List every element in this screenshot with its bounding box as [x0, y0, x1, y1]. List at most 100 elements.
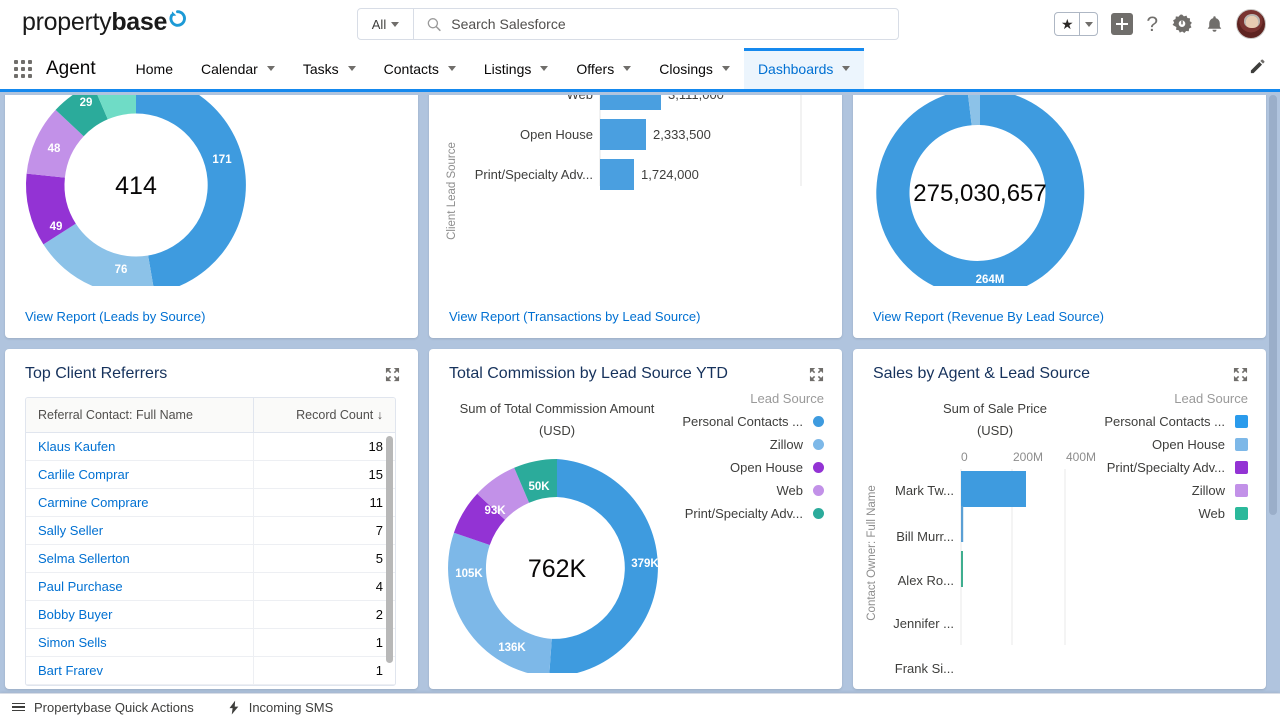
cell-referral-name[interactable]: Carmine Comprare [26, 488, 254, 517]
bar-print-specialty[interactable] [600, 159, 634, 190]
legend-item-open-house[interactable]: Open House [1152, 437, 1248, 452]
table-row[interactable]: Carmine Comprare 11 [26, 488, 395, 517]
expand-icon[interactable] [1233, 367, 1248, 382]
setup-button[interactable] [1171, 13, 1193, 35]
cell-record-count: 1 [253, 628, 395, 657]
chevron-down-icon [540, 66, 549, 71]
brand-text-bold: base [111, 8, 168, 36]
nav-tab-tasks[interactable]: Tasks [289, 48, 370, 89]
nav-tab-contacts[interactable]: Contacts [370, 48, 470, 89]
table-row[interactable]: Klaus Kaufen 18 [26, 432, 395, 461]
transactions-bar-chart: Client Lead Source Personal Contacts a..… [429, 95, 842, 286]
user-avatar[interactable] [1236, 9, 1266, 39]
legend-color-swatch [813, 439, 824, 450]
table-row[interactable]: Selma Sellerton 5 [26, 544, 395, 573]
legend-item-zillow[interactable]: Zillow [770, 437, 824, 452]
table-row[interactable]: Paul Purchase 4 [26, 572, 395, 601]
cell-referral-name[interactable]: Klaus Kaufen [26, 432, 254, 461]
nav-tab-home[interactable]: Home [122, 48, 187, 89]
legend-color-swatch [1235, 484, 1248, 497]
legend-color-swatch [813, 508, 824, 519]
y-axis-title: Client Lead Source [446, 142, 458, 240]
card-revenue-by-lead-source: 275,030,657 264M Other View Report (Reve… [853, 95, 1266, 338]
view-report-link-revenue[interactable]: View Report (Revenue By Lead Source) [873, 309, 1104, 324]
column-header-record-count[interactable]: Record Count ↓ [253, 398, 395, 433]
bar-bill-murr[interactable] [961, 506, 964, 542]
legend-item-personal-contacts[interactable]: Personal Contacts ... [682, 414, 824, 429]
legend-label: Web [776, 483, 804, 498]
edit-page-button[interactable] [1249, 58, 1266, 80]
legend-label: Print/Specialty Adv... [684, 506, 803, 521]
cell-referral-name[interactable]: Paul Purchase [26, 572, 254, 601]
expand-icon[interactable] [809, 367, 824, 382]
bell-icon [1207, 15, 1222, 32]
chart-axis-title-line2: (USD) [539, 423, 575, 438]
expand-icon[interactable] [385, 367, 400, 382]
search-scope-selector[interactable]: All [358, 9, 414, 39]
bar-value-label: 2,333,500 [653, 127, 711, 142]
propertybase-logo[interactable]: propertybase [22, 0, 187, 48]
table-row[interactable]: Simon Sells 1 [26, 628, 395, 657]
card-top-client-referrers: Top Client Referrers Referral Contact: F… [5, 349, 418, 689]
global-actions-button[interactable] [1111, 13, 1134, 35]
slice-label-50k: 50K [528, 481, 550, 493]
cell-referral-name[interactable]: Selma Sellerton [26, 544, 254, 573]
cell-referral-name[interactable]: Sally Seller [26, 516, 254, 545]
notifications-button[interactable] [1206, 15, 1223, 34]
utility-item-incoming-sms[interactable]: Incoming SMS [224, 700, 338, 715]
favorites-dropdown-button[interactable] [1080, 13, 1097, 35]
gear-icon [1172, 14, 1192, 33]
lightning-bolt-icon [229, 700, 239, 714]
table-row[interactable]: Bobby Buyer 2 [26, 600, 395, 629]
bar-web[interactable] [600, 95, 661, 110]
cell-referral-name[interactable]: Bobby Buyer [26, 600, 254, 629]
legend-item-web[interactable]: Web [1199, 506, 1248, 521]
help-button[interactable]: ? [1146, 14, 1158, 35]
cell-record-count: 5 [253, 544, 395, 573]
legend-label: Print/Specialty Adv... [1106, 460, 1225, 475]
bar-open-house[interactable] [600, 119, 646, 150]
nav-tab-calendar[interactable]: Calendar [187, 48, 289, 89]
legend-item-web[interactable]: Web [776, 483, 824, 498]
table-scrollbar[interactable] [386, 436, 393, 683]
search-input[interactable] [451, 16, 898, 32]
column-header-name[interactable]: Referral Contact: Full Name [26, 398, 254, 433]
legend-item-print-specialty[interactable]: Print/Specialty Adv... [685, 506, 824, 521]
legend-item-print-specialty[interactable]: Print/Specialty Adv... [1107, 460, 1248, 475]
cell-referral-name[interactable]: Bart Frarev [26, 656, 254, 685]
utility-item-quick-actions[interactable]: Propertybase Quick Actions [8, 700, 198, 715]
favorites-star-icon[interactable]: ★ [1055, 13, 1081, 35]
cell-referral-name[interactable]: Carlile Comprar [26, 460, 254, 489]
nav-tab-dashboards[interactable]: Dashboards [743, 48, 865, 89]
view-report-link-transactions[interactable]: View Report (Transactions by Lead Source… [449, 309, 700, 324]
bar-alex-ro[interactable] [961, 551, 963, 587]
legend-item-zillow[interactable]: Zillow [1192, 483, 1248, 498]
favorites-group[interactable]: ★ [1054, 12, 1099, 36]
table-row[interactable]: Sally Seller 7 [26, 516, 395, 545]
view-report-link-leads[interactable]: View Report (Leads by Source) [25, 309, 205, 324]
bar-category-label: Mark Tw... [895, 483, 954, 498]
commission-donut-chart: Sum of Total Commission Amount (USD) 762… [429, 383, 842, 677]
legend-item-personal-contacts[interactable]: Personal Contacts ... [1104, 414, 1248, 429]
bar-mark-tw[interactable] [961, 471, 1026, 507]
column-header-label: Record Count [296, 408, 374, 422]
chevron-down-icon [266, 66, 275, 71]
nav-tab-listings[interactable]: Listings [470, 48, 562, 89]
nav-tab-label: Dashboards [757, 60, 834, 77]
legend-label: Personal Contacts ... [682, 414, 803, 429]
app-navigation-bar: Agent Home Calendar Tasks Contacts Listi… [0, 48, 1280, 92]
bar-category-label: Bill Murr... [896, 529, 954, 544]
table-row[interactable]: Bart Frarev 1 [26, 656, 395, 685]
legend-item-open-house[interactable]: Open House [730, 460, 824, 475]
cell-referral-name[interactable]: Simon Sells [26, 628, 254, 657]
app-launcher-icon[interactable] [0, 48, 46, 89]
global-search[interactable]: All [357, 8, 899, 40]
revenue-donut-chart: 275,030,657 264M Other [853, 95, 1266, 297]
page-scrollbar[interactable] [1267, 95, 1280, 693]
table-row[interactable]: Carlile Comprar 15 [26, 460, 395, 489]
search-field[interactable] [414, 16, 898, 32]
slice-label-49: 49 [50, 221, 63, 233]
nav-tab-closings[interactable]: Closings [645, 48, 744, 89]
search-icon [427, 17, 441, 31]
nav-tab-offers[interactable]: Offers [562, 48, 645, 89]
